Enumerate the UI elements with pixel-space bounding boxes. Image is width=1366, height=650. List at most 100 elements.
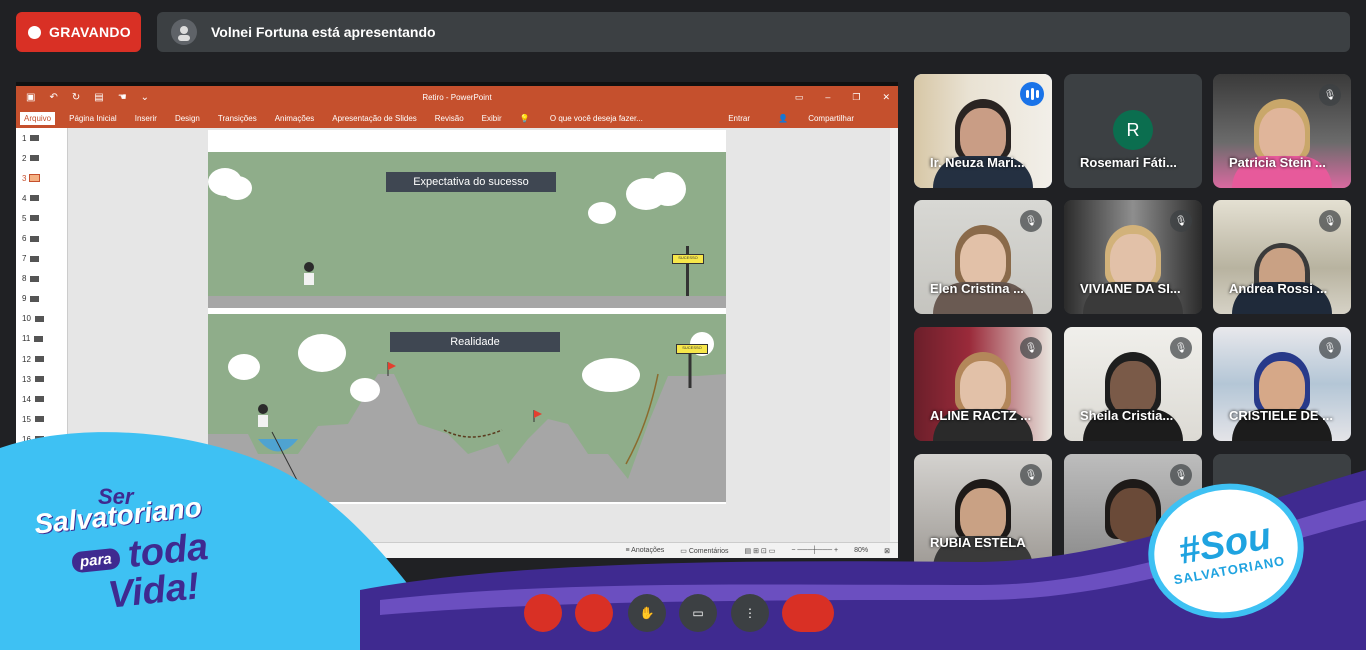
slide-thumb[interactable]: 6 [16, 228, 67, 248]
participant-tile[interactable]: 🎙 Andrea Rossi ... [1213, 200, 1351, 314]
participant-tile[interactable]: 🎙 ALINE RACTZ ... [914, 327, 1052, 441]
person-figure [304, 262, 314, 288]
success-sign: SUCESSO [672, 254, 704, 264]
share-button[interactable]: 👤 Compartilhar [778, 114, 872, 123]
tab-transicoes[interactable]: Transições [218, 114, 257, 123]
ppt-window-title: Retiro - PowerPoint [422, 92, 492, 102]
tab-revisao[interactable]: Revisão [435, 114, 464, 123]
more-vert-icon: ⋮ [744, 606, 756, 620]
notes-label: Anotações [631, 547, 665, 554]
tab-inserir[interactable]: Inserir [135, 114, 157, 123]
save-icon[interactable]: ▣ [26, 92, 35, 103]
slide-thumb[interactable]: 9 [16, 289, 67, 309]
leave-call-button[interactable] [782, 594, 834, 632]
zoom-slider[interactable]: − ───┼─── + [791, 547, 838, 554]
slide-thumb[interactable]: 8 [16, 269, 67, 289]
slide-number: 10 [22, 314, 31, 324]
cloud-shape [224, 178, 250, 198]
mic-off-icon: 🎙 [1020, 337, 1042, 359]
thumbnail-icon [30, 295, 40, 302]
participant-tile[interactable]: 🎙 CRISTIELE DE ... [1213, 327, 1351, 441]
tab-design[interactable]: Design [175, 114, 200, 123]
more-options-button[interactable]: ⋮ [731, 594, 769, 632]
tab-apresentacao[interactable]: Apresentação de Slides [332, 114, 417, 123]
view-buttons[interactable]: ▤ ⊞ ⊡ ▭ [745, 547, 776, 555]
signin-link[interactable]: Entrar [728, 114, 750, 123]
customize-icon[interactable]: ⌄ [141, 92, 149, 103]
participant-name: ALINE RACTZ ... [930, 408, 1032, 423]
participant-name: Ir. Neuza Mari... [930, 155, 1025, 170]
vertical-scrollbar[interactable] [890, 128, 898, 548]
maximize-icon[interactable]: ❐ [852, 92, 860, 103]
participant-name: RUBIA ESTELA [930, 535, 1026, 550]
comments-label: Comentários [688, 547, 729, 555]
slide-thumb[interactable]: 2 [16, 148, 67, 168]
recording-indicator[interactable]: GRAVANDO [16, 12, 141, 52]
cloud-shape [584, 360, 638, 390]
participant-tile[interactable]: 🎙 VIVIANE DA SI... [1064, 200, 1202, 314]
touch-mode-icon[interactable]: ☚ [118, 92, 127, 103]
participant-name: Patricia Stein ... [1229, 155, 1326, 170]
participant-tile[interactable]: Ir. Neuza Mari... [914, 74, 1052, 188]
slide-number: 9 [22, 294, 27, 304]
slide-thumb[interactable]: 15 [16, 409, 67, 429]
slide-thumb[interactable]: 13 [16, 369, 67, 389]
slide-number: 6 [22, 234, 27, 244]
participant-tile[interactable]: 🎙 Sheila Cristia... [1064, 327, 1202, 441]
raise-hand-button[interactable]: ✋ [628, 594, 666, 632]
tab-animacoes[interactable]: Animações [275, 114, 315, 123]
tab-pagina-inicial[interactable]: Página Inicial [69, 114, 117, 123]
slide-thumb[interactable]: 14 [16, 389, 67, 409]
participant-name: Sheila Cristia... [1080, 408, 1174, 423]
participant-tile[interactable]: 🎙 Patricia Stein ... [1213, 74, 1351, 188]
slide-thumb[interactable]: 5 [16, 208, 67, 228]
person-figure [258, 404, 268, 430]
participant-tile[interactable]: 🎙 RUBIA ESTELA [914, 454, 1052, 568]
presenting-banner: Volnei Fortuna está apresentando [157, 12, 1350, 52]
slide-thumb[interactable]: 16 [16, 429, 67, 449]
slide-thumb[interactable]: 7 [16, 249, 67, 269]
tab-arquivo[interactable]: Arquivo [20, 111, 56, 125]
mic-off-icon: 🎙 [1319, 84, 1341, 106]
ribbon-display-icon[interactable]: ▭ [795, 92, 804, 103]
tell-me-text: O que você deseja fazer... [549, 113, 643, 123]
fit-slide-icon[interactable]: ⊠ [884, 547, 890, 555]
slide-thumb-active[interactable]: 3 [16, 168, 67, 188]
camera-toggle-button[interactable] [575, 594, 613, 632]
close-icon[interactable]: ✕ [882, 92, 890, 103]
ppt-titlebar: ▣ ↶ ↻ ▤ ☚ ⌄ Retiro - PowerPoint ▭ – ❐ ✕ [16, 86, 898, 108]
participant-tile[interactable]: R Rosemari Fáti... [1064, 74, 1202, 188]
slide-number: 14 [22, 394, 31, 404]
notes-button[interactable]: ≡ Anotações [626, 547, 665, 554]
tab-exibir[interactable]: Exibir [482, 114, 502, 123]
slide-edit-area: Expectativa do sucesso SUCESSO Realidade… [68, 128, 898, 542]
minimize-icon[interactable]: – [825, 92, 830, 103]
success-sign: SUCESSO [676, 344, 708, 354]
mic-toggle-button[interactable] [524, 594, 562, 632]
zoom-level[interactable]: 80% [854, 547, 868, 554]
present-button[interactable]: ▭ [679, 594, 717, 632]
redo-icon[interactable]: ↻ [72, 92, 80, 103]
present-screen-icon: ▭ [692, 606, 704, 620]
current-slide[interactable]: Expectativa do sucesso SUCESSO Realidade… [208, 130, 726, 504]
participant-tile[interactable]: 🎙 Elen Cristina ... [914, 200, 1052, 314]
lightbulb-icon: 💡 [519, 113, 530, 123]
slide-thumb[interactable]: 1 [16, 128, 67, 148]
tell-me-search[interactable]: 💡 O que você deseja fazer... [520, 114, 661, 123]
slide-number: 1 [22, 133, 27, 143]
slide-number: 4 [22, 193, 27, 203]
slide-thumb[interactable]: 12 [16, 349, 67, 369]
slogan-para: para [71, 547, 121, 574]
undo-icon[interactable]: ↶ [49, 92, 57, 103]
cloud-shape [300, 336, 344, 370]
present-icon[interactable]: ▤ [94, 92, 103, 103]
slide-thumb[interactable]: 10 [16, 309, 67, 329]
slide-thumb[interactable]: 11 [16, 329, 67, 349]
notes-icon: ≡ [625, 547, 630, 554]
thumbnail-icon [34, 376, 44, 383]
slide-thumb[interactable]: 4 [16, 188, 67, 208]
mic-off-icon: 🎙 [1170, 337, 1192, 359]
slide-number: 3 [22, 173, 27, 183]
mic-off-icon: 🎙 [1170, 464, 1192, 486]
comments-button[interactable]: ▭ Comentários [680, 547, 728, 555]
